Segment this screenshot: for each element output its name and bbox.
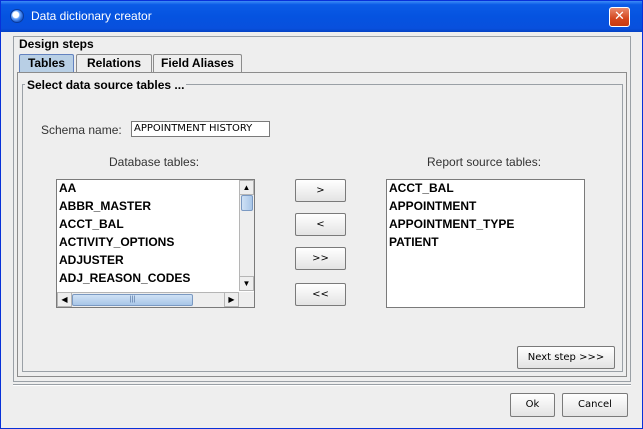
vertical-scrollbar[interactable]: ▲ ▼ [239,180,254,291]
close-button[interactable]: ✕ [609,7,630,27]
add-all-tables-button[interactable]: >> [295,247,346,270]
cancel-button[interactable]: Cancel [562,393,628,417]
schema-name-label: Schema name: [41,123,122,137]
list-item[interactable]: ACCT_BAL [59,217,124,235]
window-title: Data dictionary creator [31,9,152,23]
footer-separator [13,384,631,386]
vertical-scroll-thumb[interactable] [241,195,253,211]
remove-table-button[interactable]: < [295,213,346,236]
ok-button[interactable]: Ok [510,393,555,417]
horizontal-scroll-thumb[interactable]: ||| [72,294,193,306]
list-item[interactable]: ACTIVITY_OPTIONS [59,235,174,253]
list-item[interactable]: ADJ_REASON_CODES [59,271,190,289]
tab-tables[interactable]: Tables [19,54,74,72]
scroll-right-arrow-icon[interactable]: ▶ [224,292,239,307]
horizontal-scrollbar[interactable]: ◀ ||| ▶ [57,292,239,307]
list-item[interactable]: APPOINTMENT [389,199,476,217]
list-item[interactable]: ACCT_BAL [389,181,454,199]
scroll-left-arrow-icon[interactable]: ◀ [57,292,72,307]
tab-field-aliases[interactable]: Field Aliases [153,54,242,72]
database-tables-list[interactable]: AA ABBR_MASTER ACCT_BAL ACTIVITY_OPTIONS… [56,179,255,308]
list-item[interactable]: APPOINTMENT_TYPE [389,217,514,235]
add-table-button[interactable]: > [295,179,346,202]
list-item[interactable]: PATIENT [389,235,439,253]
dialog-window: Data dictionary creator ✕ Design steps T… [0,0,643,429]
database-tables-label: Database tables: [109,155,200,169]
next-step-button[interactable]: Next step >>> [517,346,615,369]
list-item[interactable]: AA [59,181,76,199]
report-source-tables-list[interactable]: ACCT_BAL APPOINTMENT APPOINTMENT_TYPE PA… [386,179,585,308]
select-tables-title: Select data source tables ... [25,78,187,92]
list-item[interactable]: ABBR_MASTER [59,199,151,217]
tab-relations[interactable]: Relations [76,54,152,72]
app-eye-icon [10,9,24,23]
remove-all-tables-button[interactable]: << [295,283,346,306]
report-tables-label: Report source tables: [427,155,542,169]
scroll-down-arrow-icon[interactable]: ▼ [239,276,254,291]
scrollbar-corner [239,292,254,307]
list-item[interactable]: ADJUSTER [59,253,124,271]
title-bar[interactable]: Data dictionary creator ✕ [1,1,642,32]
design-steps-title: Design steps [19,37,94,51]
schema-name-input[interactable]: APPOINTMENT HISTORY [131,121,270,137]
scroll-up-arrow-icon[interactable]: ▲ [239,180,254,195]
